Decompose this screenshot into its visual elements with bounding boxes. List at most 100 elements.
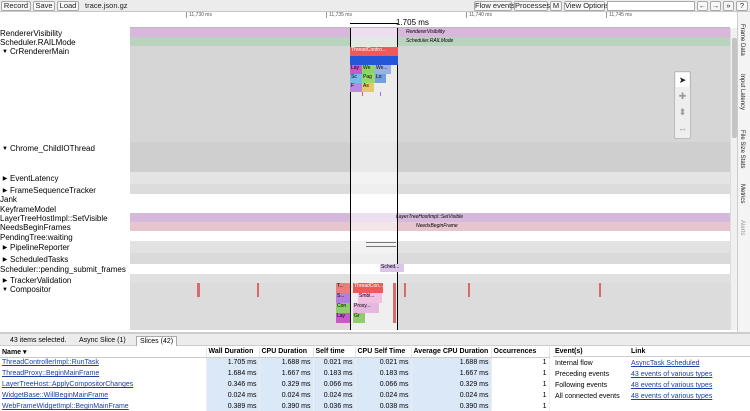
record-button[interactable]: Record <box>1 1 31 11</box>
flow-events-button[interactable]: Flow events <box>474 1 515 11</box>
slice[interactable]: As <box>362 83 374 92</box>
slice[interactable]: S... <box>336 293 350 303</box>
slice[interactable]: Gr <box>353 313 365 323</box>
band-pipeline[interactable] <box>130 241 730 253</box>
column-header[interactable]: Name ▾ <box>0 347 207 358</box>
tab-alerts[interactable]: Alerts <box>739 220 745 235</box>
slice[interactable] <box>380 92 381 96</box>
slice[interactable]: Sched... <box>380 264 404 272</box>
selection-end-line[interactable] <box>397 28 398 330</box>
tab-metrics[interactable]: Metrics <box>739 184 745 203</box>
table-row[interactable]: ThreadProxy::BeginMainFrame 1.684 ms 1.6… <box>0 368 550 379</box>
event-link[interactable]: 48 events of various types <box>631 391 712 402</box>
band-event-latency[interactable] <box>130 172 730 184</box>
slice[interactable] <box>257 283 259 297</box>
collapse-icon[interactable]: ▼ <box>0 48 10 57</box>
column-header[interactable]: CPU Self Time <box>355 347 412 358</box>
slice[interactable]: We <box>362 65 375 74</box>
tab-async-slice[interactable]: Async Slice (1) <box>76 336 129 345</box>
slice[interactable]: Lay <box>336 313 350 323</box>
load-button[interactable]: Load <box>57 1 79 11</box>
slice-name-link[interactable]: WidgetBase::WillBeginMainFrame <box>0 390 207 401</box>
tab-slices[interactable]: Slices (42) <box>136 336 178 346</box>
nav-back-button[interactable]: ← <box>697 1 708 11</box>
slice[interactable]: Lay <box>350 65 362 74</box>
track-compositor[interactable]: ▼ Compositor <box>0 285 130 295</box>
column-header[interactable]: CPU Duration <box>259 347 314 358</box>
slice[interactable]: Scheduler.RAILMode <box>405 38 475 45</box>
slice[interactable]: Sc <box>350 74 362 83</box>
band-scheduled-tasks[interactable] <box>130 253 730 264</box>
column-header[interactable]: Wall Duration <box>206 347 260 358</box>
help-button[interactable]: ? <box>736 1 748 11</box>
processes-button[interactable]: Processes <box>514 1 550 11</box>
event-link[interactable]: AsyncTask Scheduled <box>631 358 699 369</box>
save-button[interactable]: Save <box>33 1 55 11</box>
timing-tool-icon[interactable]: ↔ <box>676 121 689 135</box>
band-compositor[interactable] <box>130 283 730 330</box>
event-link[interactable]: 48 events of various types <box>631 380 712 391</box>
collapse-icon[interactable]: ▼ <box>0 286 10 295</box>
event-link[interactable]: 43 events of various types <box>631 369 712 380</box>
table-row[interactable]: LayerTreeHost::ApplyCompositorChanges 0.… <box>0 379 550 390</box>
slice[interactable]: F <box>350 83 362 92</box>
column-header[interactable]: Average CPU Duration <box>411 347 492 358</box>
track-scheduled-tasks[interactable]: ▶ ScheduledTasks <box>0 255 130 265</box>
slice[interactable] <box>468 283 470 297</box>
column-header[interactable]: Self time <box>313 347 356 358</box>
band-frame-sequence[interactable] <box>130 184 730 194</box>
track-scrollbar[interactable] <box>730 28 737 330</box>
slice[interactable] <box>366 242 396 243</box>
slice-name-link[interactable]: ThreadProxy::BeginMainFrame <box>0 368 207 379</box>
slice[interactable] <box>362 92 363 96</box>
slice[interactable] <box>393 283 396 323</box>
zoom-tool-icon[interactable]: ⬍ <box>676 105 689 119</box>
slice[interactable] <box>197 283 200 297</box>
search-input[interactable] <box>607 1 695 11</box>
slice[interactable]: Con <box>336 303 350 313</box>
pan-tool-icon[interactable]: ✚ <box>676 89 689 103</box>
track-pipeline[interactable]: ▶ PipelineReporter <box>0 243 130 253</box>
slice[interactable]: LayerTreeHostImpl::SetVisible <box>395 214 505 221</box>
band-child-io[interactable] <box>130 142 730 172</box>
slice-name-link[interactable]: LayerTreeHost::ApplyCompositorChanges <box>0 379 207 390</box>
collapse-icon[interactable]: ▼ <box>0 145 10 154</box>
time-ruler[interactable]: 11,730 ms 11,735 ms 11,740 ms 11,745 ms <box>130 12 730 28</box>
slice[interactable]: T... <box>336 283 350 293</box>
track-event-latency[interactable]: ▶ EventLatency <box>0 174 130 184</box>
expand-icon[interactable]: ▶ <box>0 175 10 184</box>
slice[interactable]: NeedsBeginFrame <box>415 223 475 230</box>
more-button[interactable]: » <box>723 1 734 11</box>
slice[interactable]: RendererVisibility <box>405 29 475 36</box>
expand-icon[interactable]: ▶ <box>0 244 10 253</box>
table-row[interactable]: WidgetBase::WillBeginMainFrame 0.024 ms … <box>0 390 550 401</box>
track-child-io[interactable]: ▼ Chrome_ChildIOThread <box>0 144 130 154</box>
slice[interactable] <box>404 283 406 297</box>
column-header[interactable]: Occurrences <box>491 347 550 358</box>
tab-frame-data[interactable]: Frame Data <box>739 24 745 56</box>
table-row[interactable]: ThreadControllerImpl::RunTask 1.705 ms 1… <box>0 357 550 368</box>
slice[interactable] <box>366 246 396 247</box>
slice[interactable] <box>350 56 398 65</box>
slice[interactable]: Proxy... <box>353 303 379 313</box>
metadata-button[interactable]: M <box>550 1 562 11</box>
slice[interactable]: Smbl... <box>358 293 382 303</box>
table-row[interactable]: WebFrameWidgetImpl::BeginMainFrame 0.389… <box>0 401 550 411</box>
tab-input-latency[interactable]: Input Latency <box>739 74 745 110</box>
slice[interactable]: Lo <box>375 74 386 83</box>
expand-icon[interactable]: ▶ <box>0 256 10 265</box>
view-options-button[interactable]: View Options <box>564 1 609 11</box>
slice-name-link[interactable]: ThreadControllerImpl::RunTask <box>0 357 207 368</box>
slice-name-link[interactable]: WebFrameWidgetImpl::BeginMainFrame <box>0 401 207 411</box>
nav-forward-button[interactable]: → <box>710 1 721 11</box>
track-area[interactable]: RendererVisibility Scheduler.RAILMode ▼ C… <box>0 28 730 330</box>
slice[interactable] <box>599 283 601 297</box>
tab-file-size-stats[interactable]: File Size Stats <box>739 130 745 168</box>
slice[interactable]: ThreadCon... <box>353 283 383 293</box>
band-cr-renderer-main[interactable] <box>130 46 730 142</box>
selection-tool-icon[interactable]: ➤ <box>676 73 689 87</box>
band-tracker-validation[interactable] <box>130 274 730 283</box>
slice[interactable]: ThreadContro... <box>350 47 398 56</box>
track-cr-renderer-main[interactable]: ▼ CrRendererMain <box>0 47 130 57</box>
slice[interactable]: We... <box>375 65 391 74</box>
